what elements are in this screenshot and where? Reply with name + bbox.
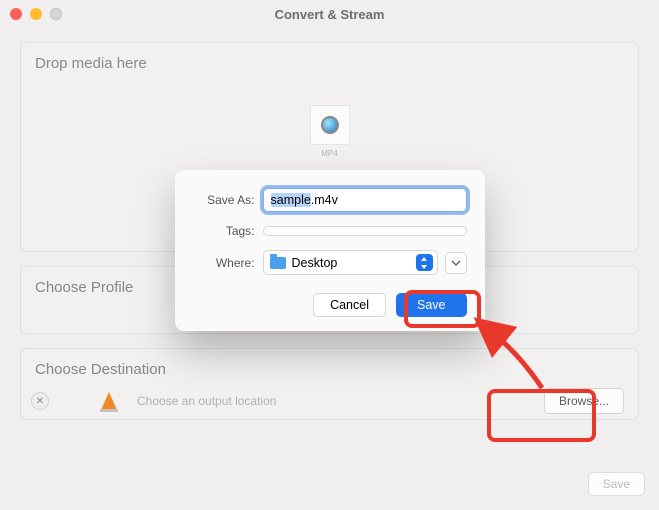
sheet-button-row: Cancel Save — [193, 293, 467, 317]
media-format-label: MP4 — [307, 149, 353, 158]
where-value: Desktop — [292, 256, 338, 270]
main-save-button[interactable]: Save — [588, 472, 645, 496]
folder-icon — [270, 257, 286, 269]
destination-row: ✕ Choose an output location Browse... — [35, 388, 624, 414]
quicktime-icon — [321, 116, 339, 134]
drop-media-title: Drop media here — [35, 55, 624, 72]
browse-button[interactable]: Browse... — [544, 388, 624, 414]
filename-extension: .m4v — [311, 193, 338, 207]
where-select[interactable]: Desktop — [263, 250, 438, 275]
cancel-button[interactable]: Cancel — [313, 293, 386, 317]
media-file-icon — [310, 105, 350, 145]
updown-arrows-icon — [416, 254, 433, 271]
filename-selected: sample — [271, 193, 311, 207]
choose-destination-title: Choose Destination — [35, 361, 624, 378]
window-title: Convert & Stream — [0, 7, 659, 22]
tags-row: Tags: — [193, 224, 467, 238]
destination-placeholder: Choose an output location — [137, 394, 276, 408]
expand-folder-button[interactable] — [445, 252, 467, 274]
media-thumbnail[interactable]: MP4 — [307, 105, 353, 158]
vlc-cone-icon — [101, 392, 117, 410]
clear-destination-button[interactable]: ✕ — [31, 392, 49, 410]
save-as-label: Save As: — [193, 193, 255, 207]
tags-input[interactable] — [263, 226, 467, 236]
save-as-input[interactable]: sample.m4v — [263, 188, 467, 212]
save-sheet-dialog: Save As: sample.m4v Tags: Where: Desktop… — [175, 170, 485, 331]
where-label: Where: — [193, 256, 255, 270]
titlebar: Convert & Stream — [0, 0, 659, 28]
save-as-row: Save As: sample.m4v — [193, 188, 467, 212]
tags-label: Tags: — [193, 224, 255, 238]
choose-destination-panel: Choose Destination ✕ Choose an output lo… — [20, 348, 639, 420]
save-button[interactable]: Save — [396, 293, 467, 317]
where-row: Where: Desktop — [193, 250, 467, 275]
